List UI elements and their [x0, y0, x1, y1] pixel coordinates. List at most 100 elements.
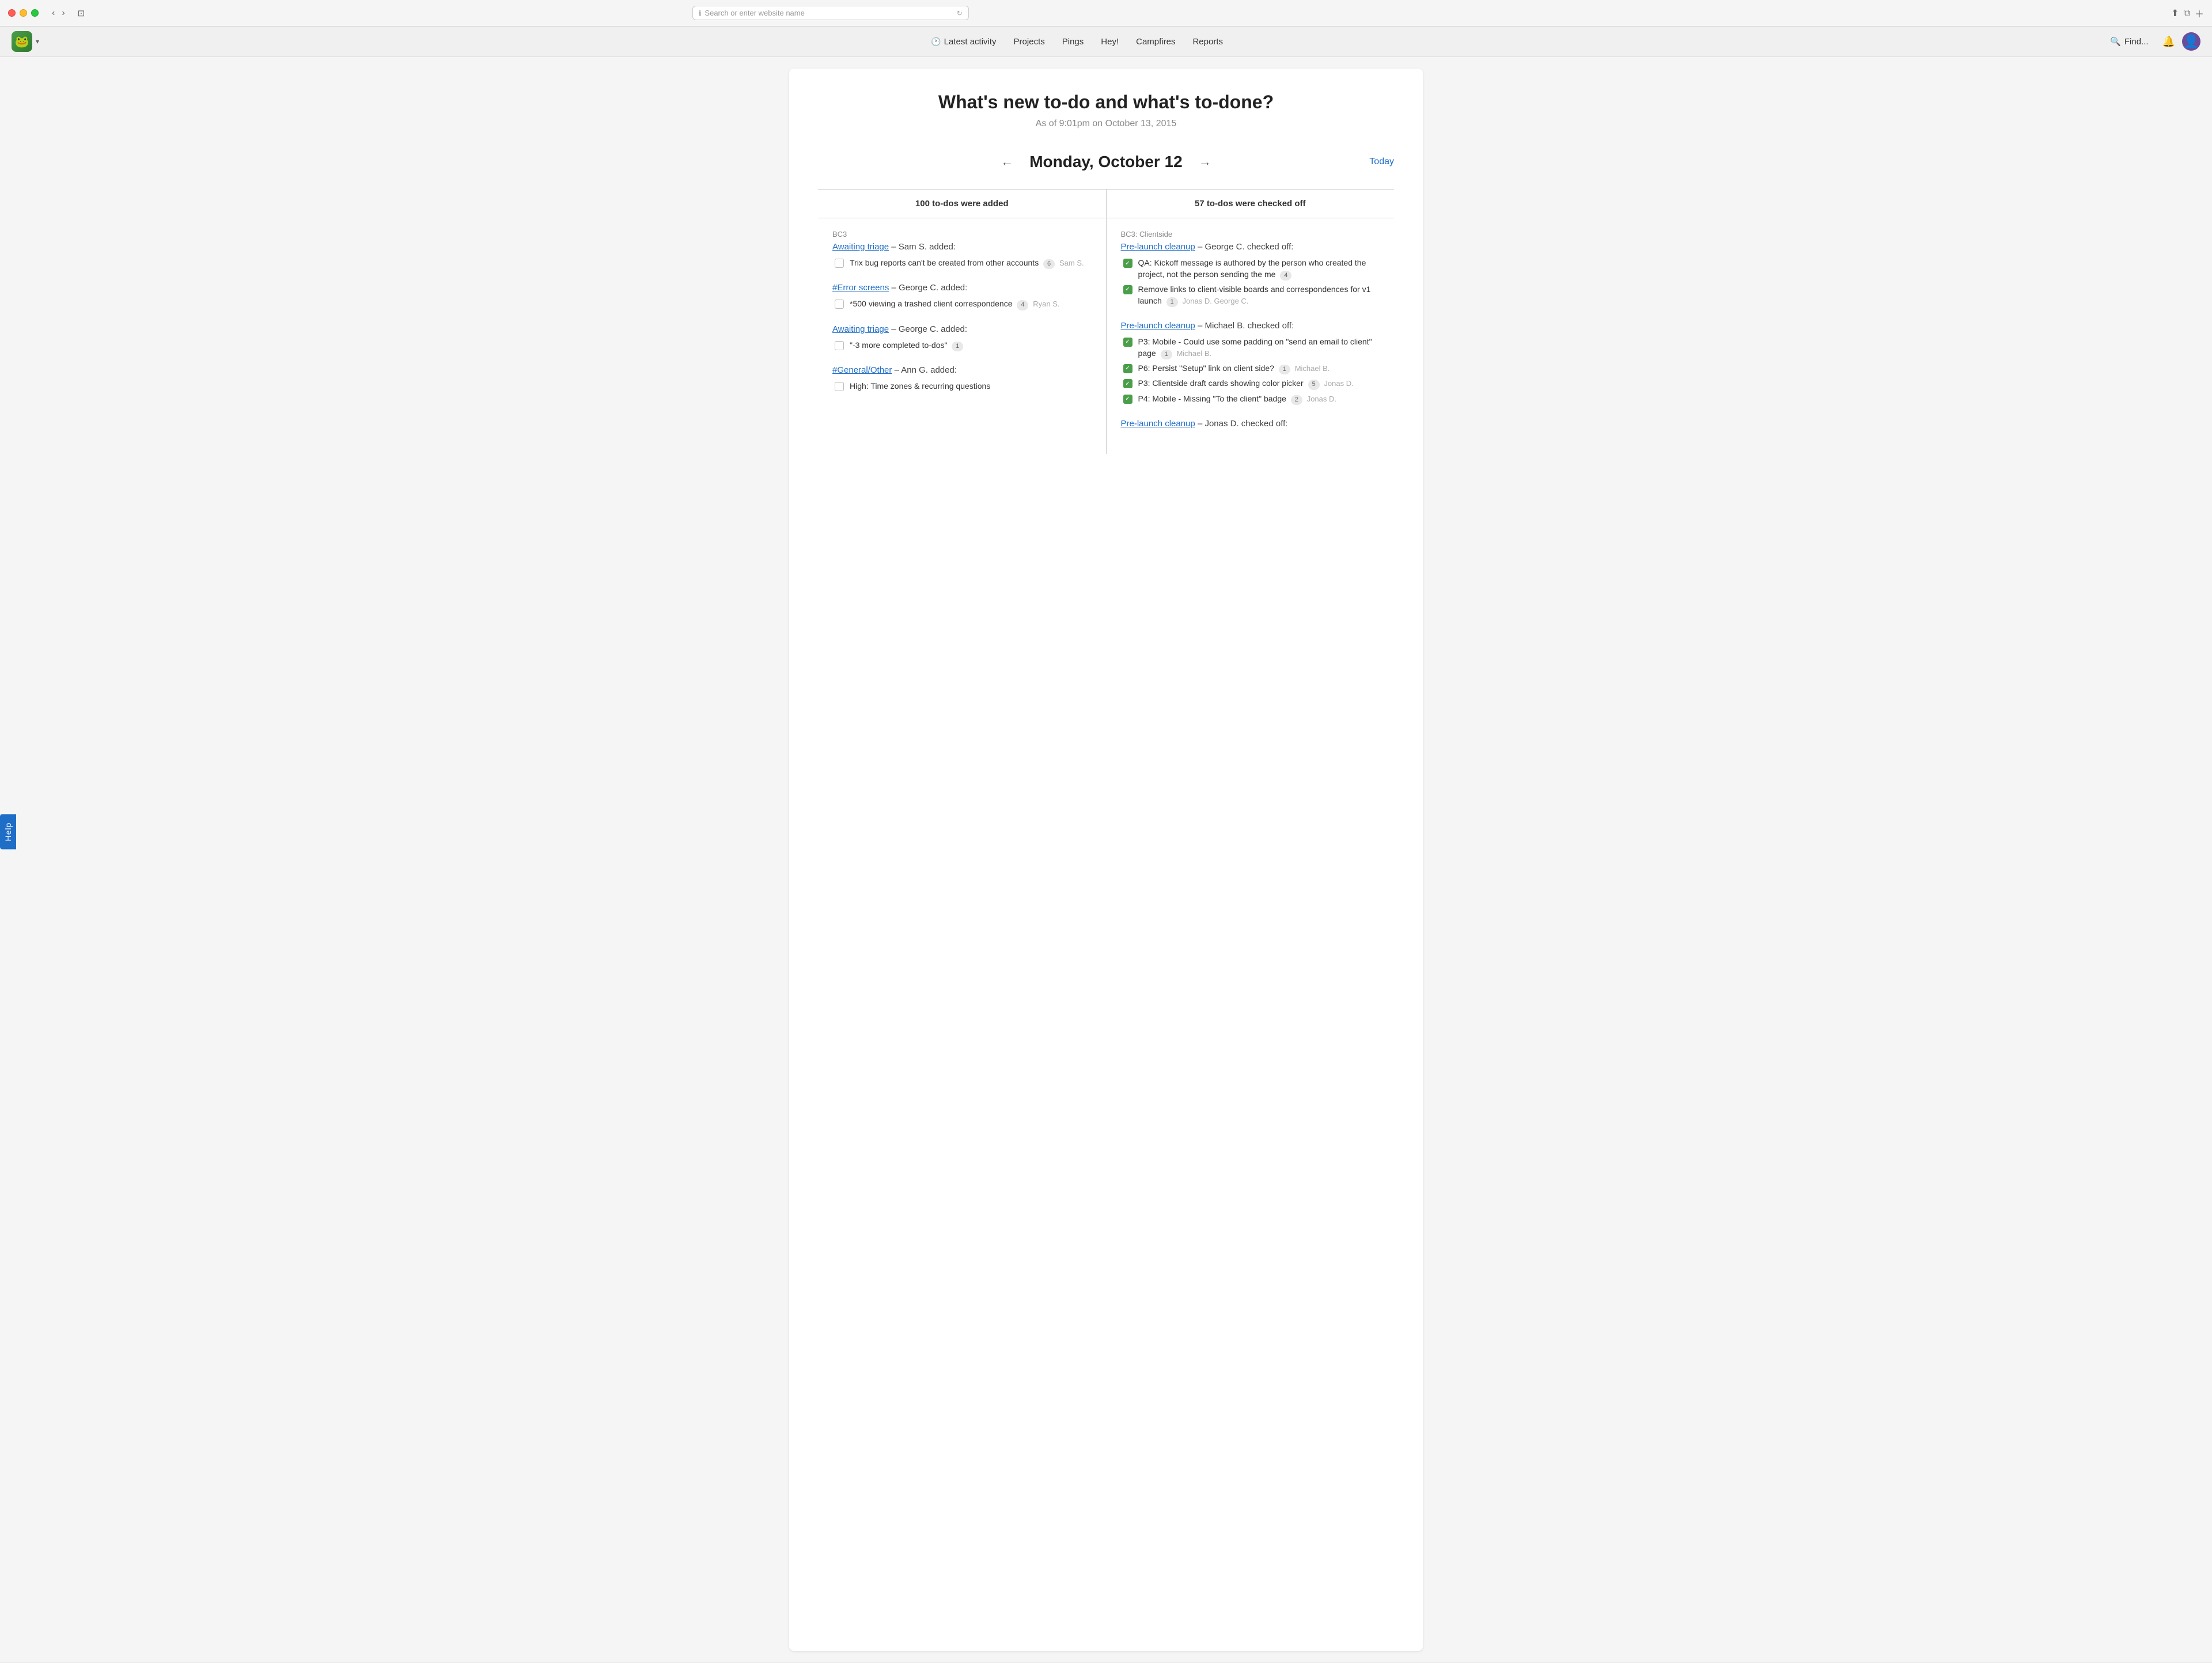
- nav-item-campfires[interactable]: Campfires: [1128, 33, 1183, 50]
- todo-checkbox[interactable]: [835, 341, 844, 350]
- todo-list-link[interactable]: #Error screens: [832, 283, 889, 293]
- activity-header-text: – Sam S. added:: [891, 242, 956, 252]
- find-button[interactable]: 🔍 Find...: [2103, 33, 2155, 50]
- left-column: BC3 Awaiting triage – Sam S. added: Trix…: [818, 218, 1106, 454]
- avatar[interactable]: 👤: [2182, 32, 2200, 51]
- todo-item: *500 viewing a trashed client correspond…: [832, 298, 1092, 310]
- todo-text: *500 viewing a trashed client correspond…: [850, 298, 1092, 310]
- new-tab-button[interactable]: ＋: [2195, 6, 2204, 20]
- nav-label-latest-activity: Latest activity: [944, 37, 997, 47]
- comment-badge: 5: [1308, 380, 1320, 389]
- todo-checkbox[interactable]: [835, 300, 844, 309]
- todo-item: "-3 more completed to-dos" 1: [832, 340, 1092, 351]
- share-button[interactable]: ⬆: [2171, 6, 2179, 20]
- forward-button[interactable]: ›: [59, 7, 67, 20]
- todo-item: ✓ P4: Mobile - Missing "To the client" b…: [1121, 393, 1380, 405]
- comment-badge: 1: [1166, 297, 1178, 307]
- user-tag: Michael B.: [1295, 364, 1330, 373]
- activity-header-text: – Jonas D. checked off:: [1198, 419, 1287, 429]
- today-button[interactable]: Today: [1369, 157, 1394, 167]
- todo-list-link[interactable]: Pre-launch cleanup: [1121, 419, 1195, 429]
- todo-checkbox-checked[interactable]: ✓: [1123, 259, 1132, 268]
- nav-item-projects[interactable]: Projects: [1006, 33, 1053, 50]
- activity-header: Awaiting triage – Sam S. added:: [832, 242, 1092, 252]
- refresh-icon[interactable]: ↻: [957, 9, 963, 17]
- help-tab[interactable]: Help: [0, 814, 16, 849]
- left-column-header: 100 to-dos were added: [818, 190, 1106, 218]
- todo-list-link[interactable]: Awaiting triage: [832, 242, 889, 252]
- sidebar-toggle-button[interactable]: ⊡: [75, 7, 88, 20]
- todo-item: ✓ P3: Clientside draft cards showing col…: [1121, 378, 1380, 389]
- comment-badge: 1: [1161, 350, 1172, 359]
- activity-header: #General/Other – Ann G. added:: [832, 365, 1092, 375]
- prev-date-button[interactable]: ←: [996, 152, 1018, 172]
- activity-header-text: – George C. checked off:: [1198, 242, 1294, 252]
- avatar-image: 👤: [2183, 34, 2199, 49]
- activity-header: Pre-launch cleanup – Michael B. checked …: [1121, 321, 1380, 331]
- activity-header: #Error screens – George C. added:: [832, 283, 1092, 293]
- address-bar-text: Search or enter website name: [704, 9, 804, 17]
- todo-checkbox[interactable]: [835, 382, 844, 391]
- todo-list-link[interactable]: Pre-launch cleanup: [1121, 321, 1195, 331]
- todo-checkbox-checked[interactable]: ✓: [1123, 285, 1132, 294]
- clock-icon: 🕐: [931, 37, 941, 47]
- date-label: Monday, October 12: [1029, 153, 1183, 171]
- user-tag: Sam S.: [1059, 259, 1084, 267]
- nav-label-projects: Projects: [1014, 37, 1045, 47]
- todo-item: ✓ P3: Mobile - Could use some padding on…: [1121, 336, 1380, 359]
- todo-checkbox[interactable]: [835, 259, 844, 268]
- todo-item: ✓ P6: Persist "Setup" link on client sid…: [1121, 363, 1380, 374]
- activity-header: Awaiting triage – George C. added:: [832, 324, 1092, 334]
- nav-item-hey[interactable]: Hey!: [1093, 33, 1127, 50]
- activity-header-text: – George C. added:: [891, 324, 967, 334]
- back-button[interactable]: ‹: [49, 7, 58, 20]
- activity-group: #Error screens – George C. added: *500 v…: [832, 283, 1092, 310]
- todo-list-link[interactable]: Awaiting triage: [832, 324, 889, 334]
- todo-checkbox-checked[interactable]: ✓: [1123, 338, 1132, 347]
- window-actions: ⬆ ⧉ ＋: [2171, 6, 2204, 20]
- activity-header-text: – Michael B. checked off:: [1198, 321, 1294, 331]
- search-icon: 🔍: [2110, 36, 2121, 47]
- app-nav: 🕐 Latest activity Projects Pings Hey! Ca…: [51, 33, 2103, 50]
- info-icon: ℹ: [699, 9, 702, 17]
- activity-header-text: – Ann G. added:: [895, 365, 957, 375]
- todo-checkbox-checked[interactable]: ✓: [1123, 364, 1132, 373]
- user-tag: Jonas D. George C.: [1183, 297, 1249, 305]
- content-card: What's new to-do and what's to-done? As …: [789, 69, 1423, 1651]
- todo-text: Remove links to client-visible boards an…: [1138, 284, 1380, 307]
- nav-item-latest-activity[interactable]: 🕐 Latest activity: [923, 33, 1004, 50]
- close-button[interactable]: [8, 9, 16, 17]
- activity-header: Pre-launch cleanup – Jonas D. checked of…: [1121, 419, 1380, 429]
- date-navigation: ← Monday, October 12 → Today: [818, 152, 1394, 172]
- app-bar-right: 🔍 Find... 🔔 👤: [2103, 32, 2200, 51]
- traffic-lights: [8, 9, 39, 17]
- project-label: BC3: [832, 230, 1092, 238]
- todo-item: ✓ Remove links to client-visible boards …: [1121, 284, 1380, 307]
- activity-header: Pre-launch cleanup – George C. checked o…: [1121, 242, 1380, 252]
- maximize-button[interactable]: [31, 9, 39, 17]
- tab-overview-button[interactable]: ⧉: [2184, 6, 2190, 20]
- user-tag: Michael B.: [1176, 349, 1211, 358]
- activity-group: Pre-launch cleanup – Michael B. checked …: [1121, 321, 1380, 405]
- todo-text: P6: Persist "Setup" link on client side?…: [1138, 363, 1380, 374]
- minimize-button[interactable]: [20, 9, 27, 17]
- nav-label-campfires: Campfires: [1136, 37, 1175, 47]
- notifications-button[interactable]: 🔔: [2162, 36, 2175, 48]
- page-title: What's new to-do and what's to-done?: [818, 92, 1394, 113]
- nav-item-reports[interactable]: Reports: [1184, 33, 1231, 50]
- activity-group: Pre-launch cleanup – Jonas D. checked of…: [1121, 419, 1380, 429]
- todo-list-link[interactable]: #General/Other: [832, 365, 892, 375]
- activity-header-text: – George C. added:: [892, 283, 968, 293]
- todo-checkbox-checked[interactable]: ✓: [1123, 395, 1132, 404]
- comment-badge: 4: [1280, 271, 1291, 281]
- nav-item-pings[interactable]: Pings: [1054, 33, 1092, 50]
- app-logo[interactable]: 🐸 ▾: [12, 31, 39, 52]
- next-date-button[interactable]: →: [1194, 152, 1216, 172]
- nav-label-hey: Hey!: [1101, 37, 1119, 47]
- todo-list-link[interactable]: Pre-launch cleanup: [1121, 242, 1195, 252]
- todo-checkbox-checked[interactable]: ✓: [1123, 379, 1132, 388]
- address-bar[interactable]: ℹ Search or enter website name ↻: [692, 6, 969, 20]
- window-chrome: ‹ › ⊡ ℹ Search or enter website name ↻ ⬆…: [0, 0, 2212, 26]
- user-tag: Ryan S.: [1033, 300, 1059, 308]
- project-label: BC3: Clientside: [1121, 230, 1380, 238]
